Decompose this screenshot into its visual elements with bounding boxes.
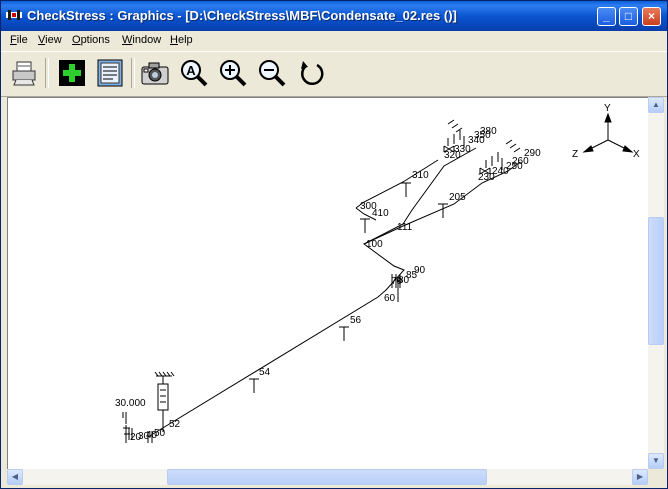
- toolbar-separator: [131, 58, 135, 88]
- window-title: CheckStress : Graphics - [D:\CheckStress…: [27, 8, 457, 23]
- node-label: 56: [350, 315, 362, 326]
- vertical-scrollbar[interactable]: ▲ ▼: [648, 97, 664, 469]
- toolbar-separator: [45, 58, 49, 88]
- menu-options[interactable]: Options: [72, 34, 110, 46]
- maximize-button[interactable]: □: [619, 7, 638, 26]
- menu-bar: File View Options Window Help: [1, 31, 667, 50]
- node-label: 230: [478, 172, 495, 183]
- menu-help[interactable]: Help: [170, 34, 193, 46]
- close-button[interactable]: ×: [642, 7, 661, 26]
- menu-options-accel: O: [72, 34, 81, 46]
- node-label: 60: [384, 293, 396, 304]
- axis-z-label: Z: [572, 149, 578, 160]
- node-label: 320: [444, 150, 461, 161]
- menu-options-rest: ptions: [80, 34, 110, 46]
- camera-icon[interactable]: [140, 58, 170, 88]
- zoom-all-icon[interactable]: A: [179, 58, 209, 88]
- vertical-scroll-thumb[interactable]: [648, 217, 664, 345]
- node-label: 111: [397, 222, 413, 233]
- menu-window-accel: W: [122, 34, 133, 46]
- app-logo-icon: [6, 10, 22, 20]
- graphics-canvas[interactable]: Y Z X 310 205 300 410 111 100 90 85 80 7…: [7, 97, 649, 471]
- menu-file-rest: ile: [16, 34, 28, 46]
- piping-model-drawing: Y Z X 310 205 300 410 111 100 90 85 80 7…: [115, 103, 640, 443]
- report-document-icon[interactable]: [95, 58, 125, 88]
- node-label: 410: [372, 208, 389, 219]
- menu-file-accel: F: [10, 34, 17, 46]
- add-green-cross-icon[interactable]: [57, 58, 87, 88]
- scroll-left-arrow-icon[interactable]: ◀: [7, 469, 23, 485]
- load-value-label: 30.000: [115, 398, 146, 409]
- zoom-all-glyph: A: [186, 63, 196, 78]
- menu-view[interactable]: View: [38, 34, 62, 46]
- horizontal-scroll-thumb[interactable]: [167, 469, 487, 485]
- horizontal-scrollbar[interactable]: ◀ ▶: [7, 469, 648, 485]
- app-window: CheckStress : Graphics - [D:\CheckStress…: [0, 0, 668, 489]
- node-label: 54: [259, 367, 271, 378]
- axis-y-label: Y: [604, 103, 611, 114]
- toolbar: A: [1, 51, 667, 97]
- menu-view-rest: iew: [45, 34, 62, 46]
- node-label: 52: [169, 419, 181, 430]
- node-label: 100: [366, 239, 383, 250]
- scroll-down-arrow-icon[interactable]: ▼: [648, 453, 664, 469]
- node-label: 70: [391, 276, 403, 287]
- scroll-right-arrow-icon[interactable]: ▶: [632, 469, 648, 485]
- title-bar[interactable]: CheckStress : Graphics - [D:\CheckStress…: [1, 1, 667, 31]
- node-label: 205: [449, 192, 466, 203]
- scroll-up-arrow-icon[interactable]: ▲: [648, 97, 664, 113]
- node-label: 20: [130, 432, 142, 443]
- zoom-in-icon[interactable]: [218, 58, 248, 88]
- node-label: 310: [412, 170, 429, 181]
- print-icon[interactable]: [9, 58, 39, 88]
- scrollbar-corner: [648, 469, 664, 485]
- rotate-icon[interactable]: [297, 58, 327, 88]
- menu-help-rest: elp: [177, 34, 193, 46]
- minimize-button[interactable]: _: [597, 7, 616, 26]
- menu-window[interactable]: Window: [122, 34, 161, 46]
- menu-file[interactable]: File: [10, 34, 28, 46]
- menu-window-rest: indow: [132, 34, 162, 46]
- zoom-out-icon[interactable]: [257, 58, 287, 88]
- menu-help-accel: H: [170, 34, 178, 46]
- axis-x-label: X: [633, 149, 640, 160]
